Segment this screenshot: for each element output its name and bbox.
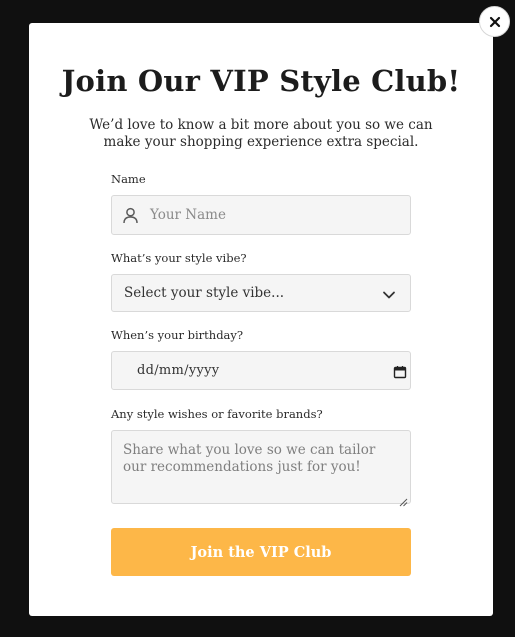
style-vibe-value: Select your style vibe... xyxy=(124,285,285,301)
birthday-date-input[interactable]: dd/mm/yyyy xyxy=(111,351,411,390)
style-vibe-select[interactable]: Select your style vibe... xyxy=(111,274,411,312)
modal-overlay: Join Our VIP Style Club! We’d love to kn… xyxy=(0,0,515,637)
close-icon xyxy=(489,16,501,28)
user-icon xyxy=(122,207,139,224)
name-placeholder: Your Name xyxy=(150,207,226,223)
style-vibe-label: What’s your style vibe? xyxy=(111,251,247,265)
chevron-down-icon xyxy=(382,287,396,301)
wishes-textarea[interactable]: Share what you love so we can tailor our… xyxy=(111,430,411,507)
name-label: Name xyxy=(111,172,146,186)
name-field[interactable]: Your Name xyxy=(111,195,411,235)
modal-subtitle: We’d love to know a bit more about you s… xyxy=(89,117,433,150)
birthday-label: When’s your birthday? xyxy=(111,328,244,342)
wishes-placeholder: Share what you love so we can tailor our… xyxy=(123,442,376,475)
vip-signup-modal: Join Our VIP Style Club! We’d love to kn… xyxy=(29,23,493,616)
resize-handle-icon[interactable] xyxy=(399,492,408,507)
modal-title: Join Our VIP Style Club! xyxy=(61,64,461,98)
birthday-date-value: dd/mm/yyyy xyxy=(137,363,220,378)
close-button[interactable] xyxy=(479,6,510,37)
wishes-label: Any style wishes or favorite brands? xyxy=(111,407,323,421)
calendar-icon[interactable] xyxy=(393,364,407,379)
join-vip-club-button[interactable]: Join the VIP Club xyxy=(111,528,411,576)
